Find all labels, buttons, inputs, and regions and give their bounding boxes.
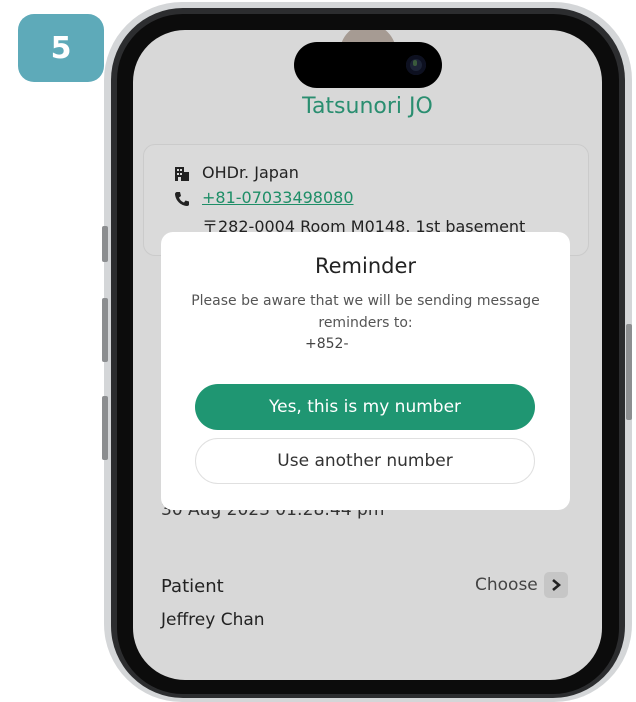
phone-side-button (102, 298, 108, 362)
phone-side-button (102, 226, 108, 262)
step-number-badge: 5 (18, 14, 104, 82)
reminder-dialog: Reminder Please be aware that we will be… (161, 232, 570, 510)
patient-label: Patient (161, 576, 224, 597)
clinic-phone-link[interactable]: +81-07033498080 (202, 188, 354, 207)
patient-name: Jeffrey Chan (161, 610, 265, 630)
phone-side-button (626, 324, 632, 420)
dialog-message: Please be aware that we will be sending … (191, 293, 540, 331)
choose-patient-button[interactable]: Choose (475, 572, 568, 598)
use-another-number-button[interactable]: Use another number (195, 438, 535, 484)
doctor-name: Tatsunori JO (302, 94, 433, 119)
clinic-name: OHDr. Japan (202, 163, 299, 182)
app-screen: Tatsunori JO OHDr. Japan +81-07033498080… (133, 30, 602, 680)
confirm-number-button[interactable]: Yes, this is my number (195, 384, 535, 430)
camera-icon (406, 55, 426, 75)
building-icon (175, 167, 189, 181)
chevron-right-icon[interactable] (543, 572, 568, 598)
reminder-phone-number: +852- (305, 336, 349, 352)
choose-label: Choose (475, 575, 538, 595)
phone-side-button (102, 396, 108, 460)
dialog-title: Reminder (314, 254, 417, 278)
dynamic-island (294, 42, 442, 88)
phone-icon (175, 192, 189, 206)
